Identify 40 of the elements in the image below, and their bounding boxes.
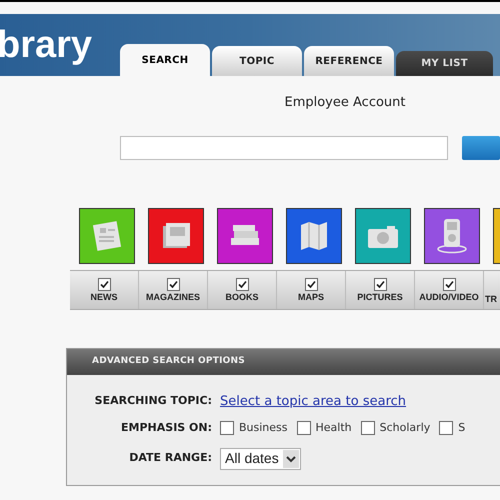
nav-tab[interactable]: MY LIST [396,51,493,76]
emphasis-option: Business [239,420,288,436]
panel-title: ADVANCED SEARCH OPTIONS [92,354,246,368]
category-label: NEWS [90,292,118,302]
topic-label: SEARCHING TOPIC: [94,393,212,409]
date-select[interactable]: All dates [220,448,301,470]
category-checkbox[interactable] [166,278,180,290]
category-label: TR [485,294,497,304]
category-checkbox[interactable] [98,278,110,290]
category-checkbox[interactable] [236,278,248,290]
category-label: BOOKS [225,292,258,302]
emphasis-label: EMPHASIS ON: [120,420,212,436]
category-label: MAPS [298,292,324,302]
category-tile[interactable] [217,208,273,264]
emphasis-option: Scholarly [380,420,430,436]
nav-tab[interactable]: TOPIC [212,46,302,76]
emphasis-option: Health [316,420,352,436]
account-label: Employee Account [284,94,406,112]
topic-link[interactable]: Select a topic area to search [220,392,406,411]
category-checkbox[interactable] [442,278,456,290]
emphasis-checkbox[interactable] [439,421,454,436]
category-label: MAGAZINES [146,292,200,302]
search-button[interactable] [462,136,500,160]
category-checkbox[interactable] [374,278,386,290]
category-label: AUDIO/VIDEO [419,292,479,302]
nav-tab[interactable]: SEARCH [120,44,210,76]
emphasis-checkbox[interactable] [296,421,311,436]
category-label: PICTURES [357,292,403,302]
category-checkbox[interactable] [304,278,318,290]
date-label: DATE RANGE: [128,450,212,466]
nav-tab[interactable]: REFERENCE [304,46,394,76]
emphasis-option: S [458,420,466,436]
category-tile[interactable] [79,208,135,264]
emphasis-checkbox[interactable] [360,421,375,436]
category-tile[interactable] [286,208,342,264]
category-tile[interactable] [355,208,411,264]
category-tile[interactable] [148,208,204,264]
emphasis-checkbox[interactable] [220,421,234,436]
search-field[interactable] [120,136,448,160]
category-tile[interactable] [424,208,480,264]
